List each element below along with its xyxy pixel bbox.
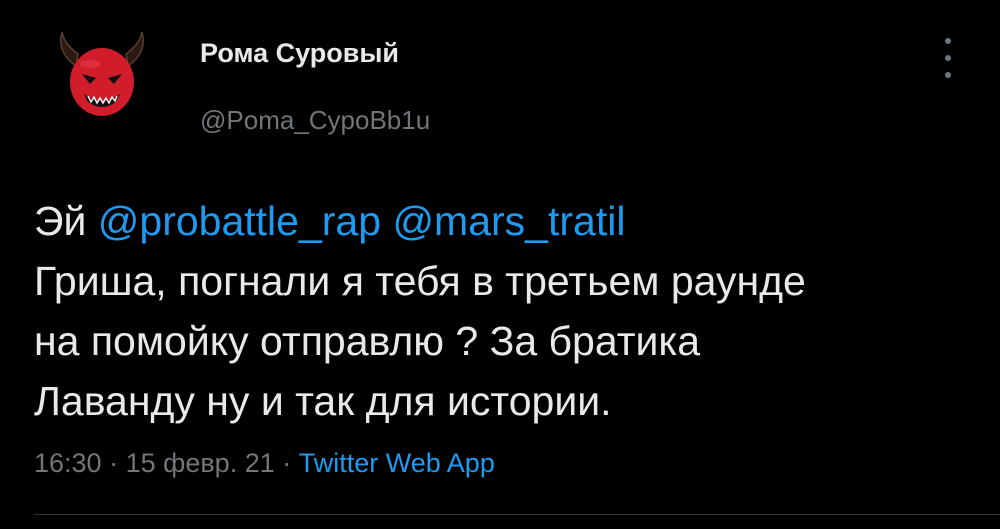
tweet-line-2: Гриша, погнали я тебя в третьем раунде — [34, 258, 806, 304]
display-name[interactable]: Рома Суровый — [200, 38, 399, 69]
tweet-line-3: на помойку отправлю ? За братика — [34, 318, 701, 364]
left-horn-icon — [60, 31, 79, 68]
tweet-card: Рома Суровый @Poma_CypoBb1u Эй @probattl… — [0, 0, 1000, 529]
tweet-word: Эй — [34, 198, 87, 244]
separator: · — [274, 448, 299, 478]
mention-link[interactable]: @probattle_rap — [98, 198, 381, 244]
tweet-date[interactable]: 15 февр. 21 — [126, 448, 275, 478]
tweet-text: Эй @probattle_rap @mars_tratil Гриша, по… — [34, 191, 974, 431]
highlight-icon — [80, 60, 100, 68]
user-handle[interactable]: @Poma_CypoBb1u — [200, 105, 430, 136]
source-link[interactable]: Twitter Web App — [299, 448, 495, 478]
tweet-meta: 16:30 · 15 февр. 21 · Twitter Web App — [34, 448, 495, 479]
tweet-time[interactable]: 16:30 — [34, 448, 102, 478]
divider — [34, 514, 1000, 515]
right-horn-icon — [125, 31, 144, 68]
dot-icon — [945, 72, 951, 78]
tweet-line-4: Лаванду ну и так для истории. — [34, 378, 612, 424]
separator: · — [101, 448, 126, 478]
mention-link[interactable]: @mars_tratil — [392, 198, 625, 244]
tweet-line-1: Эй @probattle_rap @mars_tratil — [34, 191, 974, 251]
dot-icon — [945, 55, 951, 61]
more-vertical-icon[interactable] — [935, 38, 961, 78]
avatar[interactable] — [50, 28, 154, 120]
dot-icon — [945, 38, 951, 44]
